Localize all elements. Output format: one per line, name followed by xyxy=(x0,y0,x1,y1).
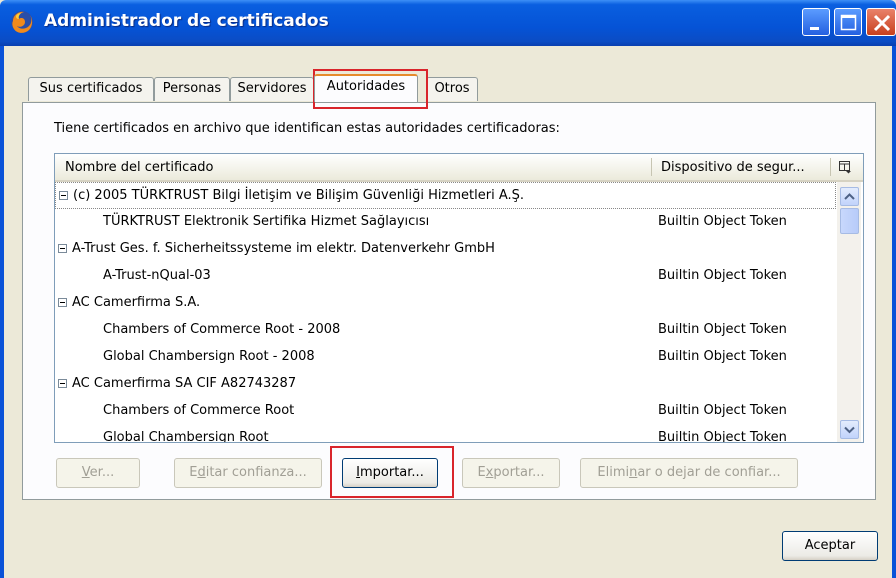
scroll-thumb[interactable] xyxy=(840,208,859,234)
tree-item-row[interactable]: Chambers of Commerce Root Builtin Object… xyxy=(55,398,836,425)
security-device: Builtin Object Token xyxy=(658,430,787,443)
certificate-name: Chambers of Commerce Root xyxy=(103,403,295,418)
tab-label: Servidores xyxy=(237,81,307,96)
tree-group-row[interactable]: AC Camerfirma SA CIF A82743287 xyxy=(55,371,836,398)
tab-autoridades[interactable]: Autoridades xyxy=(314,74,418,102)
column-divider[interactable] xyxy=(830,158,831,176)
button-label-post: portar... xyxy=(493,465,545,480)
close-button[interactable] xyxy=(866,8,896,36)
window-border-right xyxy=(892,46,896,578)
minimize-icon xyxy=(810,27,819,30)
certificate-tree[interactable]: Nombre del certificado Dispositivo de se… xyxy=(54,153,864,443)
certificate-name: AC Camerfirma S.A. xyxy=(72,295,201,310)
tab-label: Otros xyxy=(434,81,470,96)
tree-rows: (c) 2005 TÜRKTRUST Bilgi İletişim ve Bil… xyxy=(55,182,836,443)
tree-item-row[interactable]: Chambers of Commerce Root - 2008 Builtin… xyxy=(55,317,836,344)
column-header-device[interactable]: Dispositivo de segur... xyxy=(661,160,805,175)
column-divider[interactable] xyxy=(651,158,652,176)
edit-trust-button[interactable]: Editar confianza... xyxy=(174,458,322,488)
window-title: Administrador de certificados xyxy=(44,11,329,31)
security-device: Builtin Object Token xyxy=(658,214,787,229)
certificate-manager-window: Administrador de certificados Sus certif… xyxy=(0,0,896,578)
tab-label: Sus certificados xyxy=(39,81,143,96)
chevron-down-icon xyxy=(844,426,855,434)
button-label-accesskey: d xyxy=(197,465,206,480)
certificate-name: A-Trust-nQual-03 xyxy=(103,268,211,283)
accept-button[interactable]: Aceptar xyxy=(782,531,878,561)
certificate-name: AC Camerfirma SA CIF A82743287 xyxy=(72,376,297,391)
import-button[interactable]: Importar... xyxy=(342,458,438,488)
tab-sus-certificados[interactable]: Sus certificados xyxy=(28,77,154,101)
collapse-icon[interactable] xyxy=(58,244,67,253)
button-label-pre: Elimi xyxy=(597,465,630,480)
tree-item-row[interactable]: Global Chambersign Root - 2008 Builtin O… xyxy=(55,344,836,371)
vertical-scrollbar[interactable] xyxy=(837,182,861,442)
collapse-icon[interactable] xyxy=(59,191,68,200)
security-device: Builtin Object Token xyxy=(658,403,787,418)
maximize-icon xyxy=(840,14,857,31)
certificate-name: TÜRKTRUST Elektronik Sertifika Hizmet Sa… xyxy=(103,214,430,229)
maximize-button[interactable] xyxy=(834,8,862,36)
tree-group-row[interactable]: A-Trust Ges. f. Sicherheitssysteme im el… xyxy=(55,236,836,263)
tree-group-row[interactable]: AC Camerfirma S.A. xyxy=(55,290,836,317)
export-button[interactable]: Exportar... xyxy=(462,458,560,488)
button-label-post: itar confianza... xyxy=(205,465,307,480)
tab-otros[interactable]: Otros xyxy=(426,77,478,101)
title-bar[interactable]: Administrador de certificados xyxy=(0,0,896,46)
scroll-down-button[interactable] xyxy=(840,420,859,439)
security-device: Builtin Object Token xyxy=(658,268,787,283)
tab-label: Personas xyxy=(162,81,222,96)
tab-label: Autoridades xyxy=(326,79,406,94)
tree-group-row[interactable]: (c) 2005 TÜRKTRUST Bilgi İletişim ve Bil… xyxy=(55,182,836,209)
security-device: Builtin Object Token xyxy=(658,349,787,364)
chevron-up-icon xyxy=(844,193,855,200)
firefox-icon xyxy=(11,11,33,33)
security-device: Builtin Object Token xyxy=(658,322,787,337)
tree-item-row[interactable]: TÜRKTRUST Elektronik Sertifika Hizmet Sa… xyxy=(55,209,836,236)
button-label-post: mportar... xyxy=(360,465,424,480)
certificate-name: Chambers of Commerce Root - 2008 xyxy=(103,322,341,337)
description-text: Tiene certificados en archivo que identi… xyxy=(54,121,560,136)
column-picker-icon[interactable] xyxy=(838,160,852,174)
collapse-icon[interactable] xyxy=(58,298,67,307)
tree-header: Nombre del certificado Dispositivo de se… xyxy=(55,154,863,182)
certificate-name: Global Chambersign Root - 2008 xyxy=(103,349,315,364)
scroll-up-button[interactable] xyxy=(840,187,859,206)
certificate-name: (c) 2005 TÜRKTRUST Bilgi İletişim ve Bil… xyxy=(73,188,525,203)
button-label-post: ar o dejar de confiar... xyxy=(637,465,781,480)
view-button[interactable]: Ver... xyxy=(56,458,140,488)
delete-distrust-button[interactable]: Eliminar o dejar de confiar... xyxy=(580,458,798,488)
tree-item-row[interactable]: Global Chambersign Root Builtin Object T… xyxy=(55,425,836,443)
tab-personas[interactable]: Personas xyxy=(154,77,230,101)
button-label-post: er... xyxy=(89,465,115,480)
certificate-name: A-Trust Ges. f. Sicherheitssysteme im el… xyxy=(72,241,495,256)
minimize-button[interactable] xyxy=(802,8,830,36)
button-label-accesskey: V xyxy=(81,465,90,480)
tab-servidores[interactable]: Servidores xyxy=(230,77,314,101)
tree-item-row[interactable]: A-Trust-nQual-03 Builtin Object Token xyxy=(55,263,836,290)
close-icon xyxy=(873,14,891,32)
button-label-pre: E xyxy=(477,465,486,480)
collapse-icon[interactable] xyxy=(58,379,67,388)
certificate-name: Global Chambersign Root xyxy=(103,430,269,443)
column-header-name[interactable]: Nombre del certificado xyxy=(65,160,213,175)
